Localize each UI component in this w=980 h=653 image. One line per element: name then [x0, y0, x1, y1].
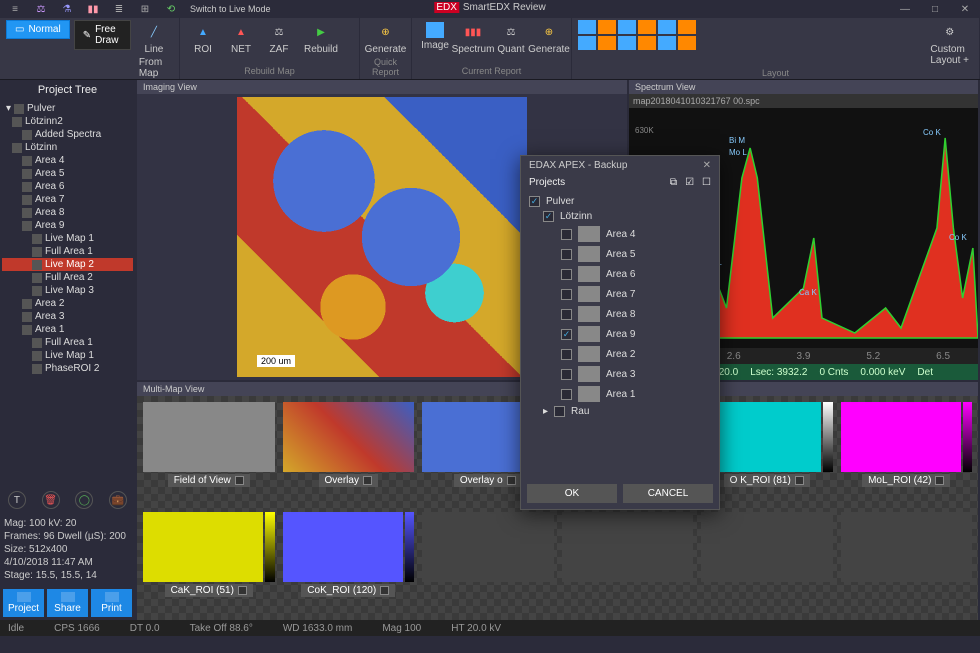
tree-item[interactable]: Area 9 — [2, 219, 133, 232]
area-checkbox[interactable]: Area 8 — [529, 304, 711, 324]
tree-item[interactable]: Full Area 2 — [2, 271, 133, 284]
quick-generate-button[interactable]: ⊕Generate — [366, 20, 405, 57]
close-button[interactable]: ✕ — [950, 0, 980, 18]
copy-icon[interactable]: ⧉ — [670, 177, 677, 188]
dialog-close-icon[interactable]: ✕ — [703, 160, 711, 171]
report-quant-button[interactable]: ⚖Quant — [494, 20, 528, 57]
maximize-button[interactable]: □ — [920, 0, 950, 18]
project-tree-title: Project Tree — [0, 80, 135, 100]
area-checkbox[interactable]: Area 4 — [529, 224, 711, 244]
tree-item[interactable]: Area 8 — [2, 206, 133, 219]
tree-item[interactable]: Live Map 2 — [2, 258, 133, 271]
briefcase-icon[interactable]: 💼 — [109, 491, 127, 509]
area-checkbox[interactable]: Area 3 — [529, 364, 711, 384]
circle-icon[interactable]: ◯ — [75, 491, 93, 509]
checkall-icon[interactable]: ☑ — [685, 177, 694, 188]
text-tool-icon[interactable]: T — [8, 491, 26, 509]
spectrum-file: map2018041010321767 00.spc — [629, 94, 978, 108]
switch-mode-link[interactable]: Switch to Live Mode — [190, 4, 271, 14]
report-spectrum-button[interactable]: ▮▮▮Spectrum — [456, 20, 490, 57]
ribbon-caption: Rebuild Map — [186, 66, 353, 77]
area-checkbox[interactable]: Area 5 — [529, 244, 711, 264]
tree-item[interactable]: Area 4 — [2, 154, 133, 167]
chart-icon[interactable]: ▮▮ — [86, 2, 100, 16]
imaging-view-title: Imaging View — [137, 80, 627, 94]
area-checkbox[interactable]: Area 7 — [529, 284, 711, 304]
multimap-thumb[interactable]: O K_ROI (81) — [701, 402, 833, 504]
tree-item[interactable]: Added Spectra — [2, 128, 133, 141]
statusbar: Idle CPS 1666 DT 0.0 Take Off 88.6° WD 1… — [0, 620, 980, 636]
multimap-thumb[interactable] — [701, 512, 833, 614]
trash-icon[interactable]: 🗑 — [42, 491, 60, 509]
multimap-thumb[interactable] — [562, 512, 694, 614]
tree-item[interactable]: Live Map 1 — [2, 349, 133, 362]
ribbon-caption: Current Report — [418, 66, 565, 77]
tree-item[interactable]: Full Area 1 — [2, 245, 133, 258]
share-button[interactable]: Share — [47, 589, 88, 617]
tree-item[interactable]: Area 7 — [2, 193, 133, 206]
normal-mode-button[interactable]: ▭ Normal — [6, 20, 70, 39]
ribbon-caption: Quick Report — [366, 57, 405, 78]
print-button[interactable]: Print — [91, 589, 132, 617]
tree-item[interactable]: Lötzinn2 — [2, 115, 133, 128]
area-checkbox[interactable]: Area 2 — [529, 344, 711, 364]
area-checkbox[interactable]: Area 6 — [529, 264, 711, 284]
hamburger-icon[interactable]: ≡ — [8, 2, 22, 16]
tree-item[interactable]: Area 3 — [2, 310, 133, 323]
multimap-thumb[interactable]: MoL_ROI (42) — [841, 402, 973, 504]
tree-item[interactable]: Live Map 3 — [2, 284, 133, 297]
ok-button[interactable]: OK — [527, 484, 617, 503]
multimap-thumb[interactable] — [422, 512, 554, 614]
app-title: EDXSmartEDX Review — [432, 0, 547, 15]
info-panel: Mag: 100 kV: 20 Frames: 96 Dwell (µS): 2… — [0, 513, 135, 586]
dialog-title: EDAX APEX - Backup — [529, 160, 627, 171]
freedraw-button[interactable]: ✎ Free Draw — [74, 20, 131, 50]
grid-icon[interactable]: ⊞ — [138, 2, 152, 16]
net-button[interactable]: ▲NET — [224, 20, 258, 57]
line-frommap-button[interactable]: ╱LineFrom Map — [135, 20, 173, 81]
switch-icon[interactable]: ⟲ — [164, 2, 178, 16]
tree-item[interactable]: PhaseROI 2 — [2, 362, 133, 375]
custom-layout-button[interactable]: ⚙Custom Layout + — [926, 20, 973, 68]
ribbon-caption: Layout — [578, 68, 973, 79]
cancel-button[interactable]: CANCEL — [623, 484, 713, 503]
project-tree[interactable]: ▾PulverLötzinn2Added SpectraLötzinnArea … — [0, 100, 135, 487]
report-generate-button[interactable]: ⊕Generate — [532, 20, 566, 57]
area-checkbox[interactable]: Area 1 — [529, 384, 711, 404]
multimap-thumb[interactable] — [841, 512, 973, 614]
projects-label: Projects — [529, 177, 565, 188]
project-tree-panel: Project Tree ▾PulverLötzinn2Added Spectr… — [0, 80, 135, 620]
zaf-button[interactable]: ⚖ZAF — [262, 20, 296, 57]
layout-presets[interactable] — [578, 20, 696, 50]
multimap-thumb[interactable]: CoK_ROI (120) — [283, 512, 415, 614]
multimap-thumb[interactable]: CaK_ROI (51) — [143, 512, 275, 614]
scalebar: 200 um — [257, 355, 295, 367]
area-checkbox[interactable]: Area 9 — [529, 324, 711, 344]
spectrum-view-title: Spectrum View — [629, 80, 978, 94]
report-image-button[interactable]: Image — [418, 20, 452, 53]
rebuild-button[interactable]: ▶Rebuild — [300, 20, 342, 57]
gavel-icon[interactable]: ⚖ — [34, 2, 48, 16]
scales-icon[interactable]: ⚗ — [60, 2, 74, 16]
roi-button[interactable]: ▲ROI — [186, 20, 220, 57]
tree-item[interactable]: Live Map 1 — [2, 232, 133, 245]
tree-item[interactable]: Full Area 1 — [2, 336, 133, 349]
minimize-button[interactable]: — — [890, 0, 920, 18]
ribbon: ▭ Normal ✎ Free Draw ╱LineFrom Map Revie… — [0, 18, 980, 80]
multimap-thumb[interactable]: Overlay — [283, 402, 415, 504]
tree-item[interactable]: Area 6 — [2, 180, 133, 193]
list-icon[interactable]: ≣ — [112, 2, 126, 16]
tree-item[interactable]: Area 5 — [2, 167, 133, 180]
tree-item[interactable]: Area 2 — [2, 297, 133, 310]
tree-item[interactable]: Lötzinn — [2, 141, 133, 154]
tree-item[interactable]: Area 1 — [2, 323, 133, 336]
uncheckall-icon[interactable]: ☐ — [702, 177, 711, 188]
backup-dialog: EDAX APEX - Backup ✕ Projects ⧉☑☐ Pulver… — [520, 155, 720, 510]
project-button[interactable]: Project — [3, 589, 44, 617]
multimap-thumb[interactable]: Field of View — [143, 402, 275, 504]
